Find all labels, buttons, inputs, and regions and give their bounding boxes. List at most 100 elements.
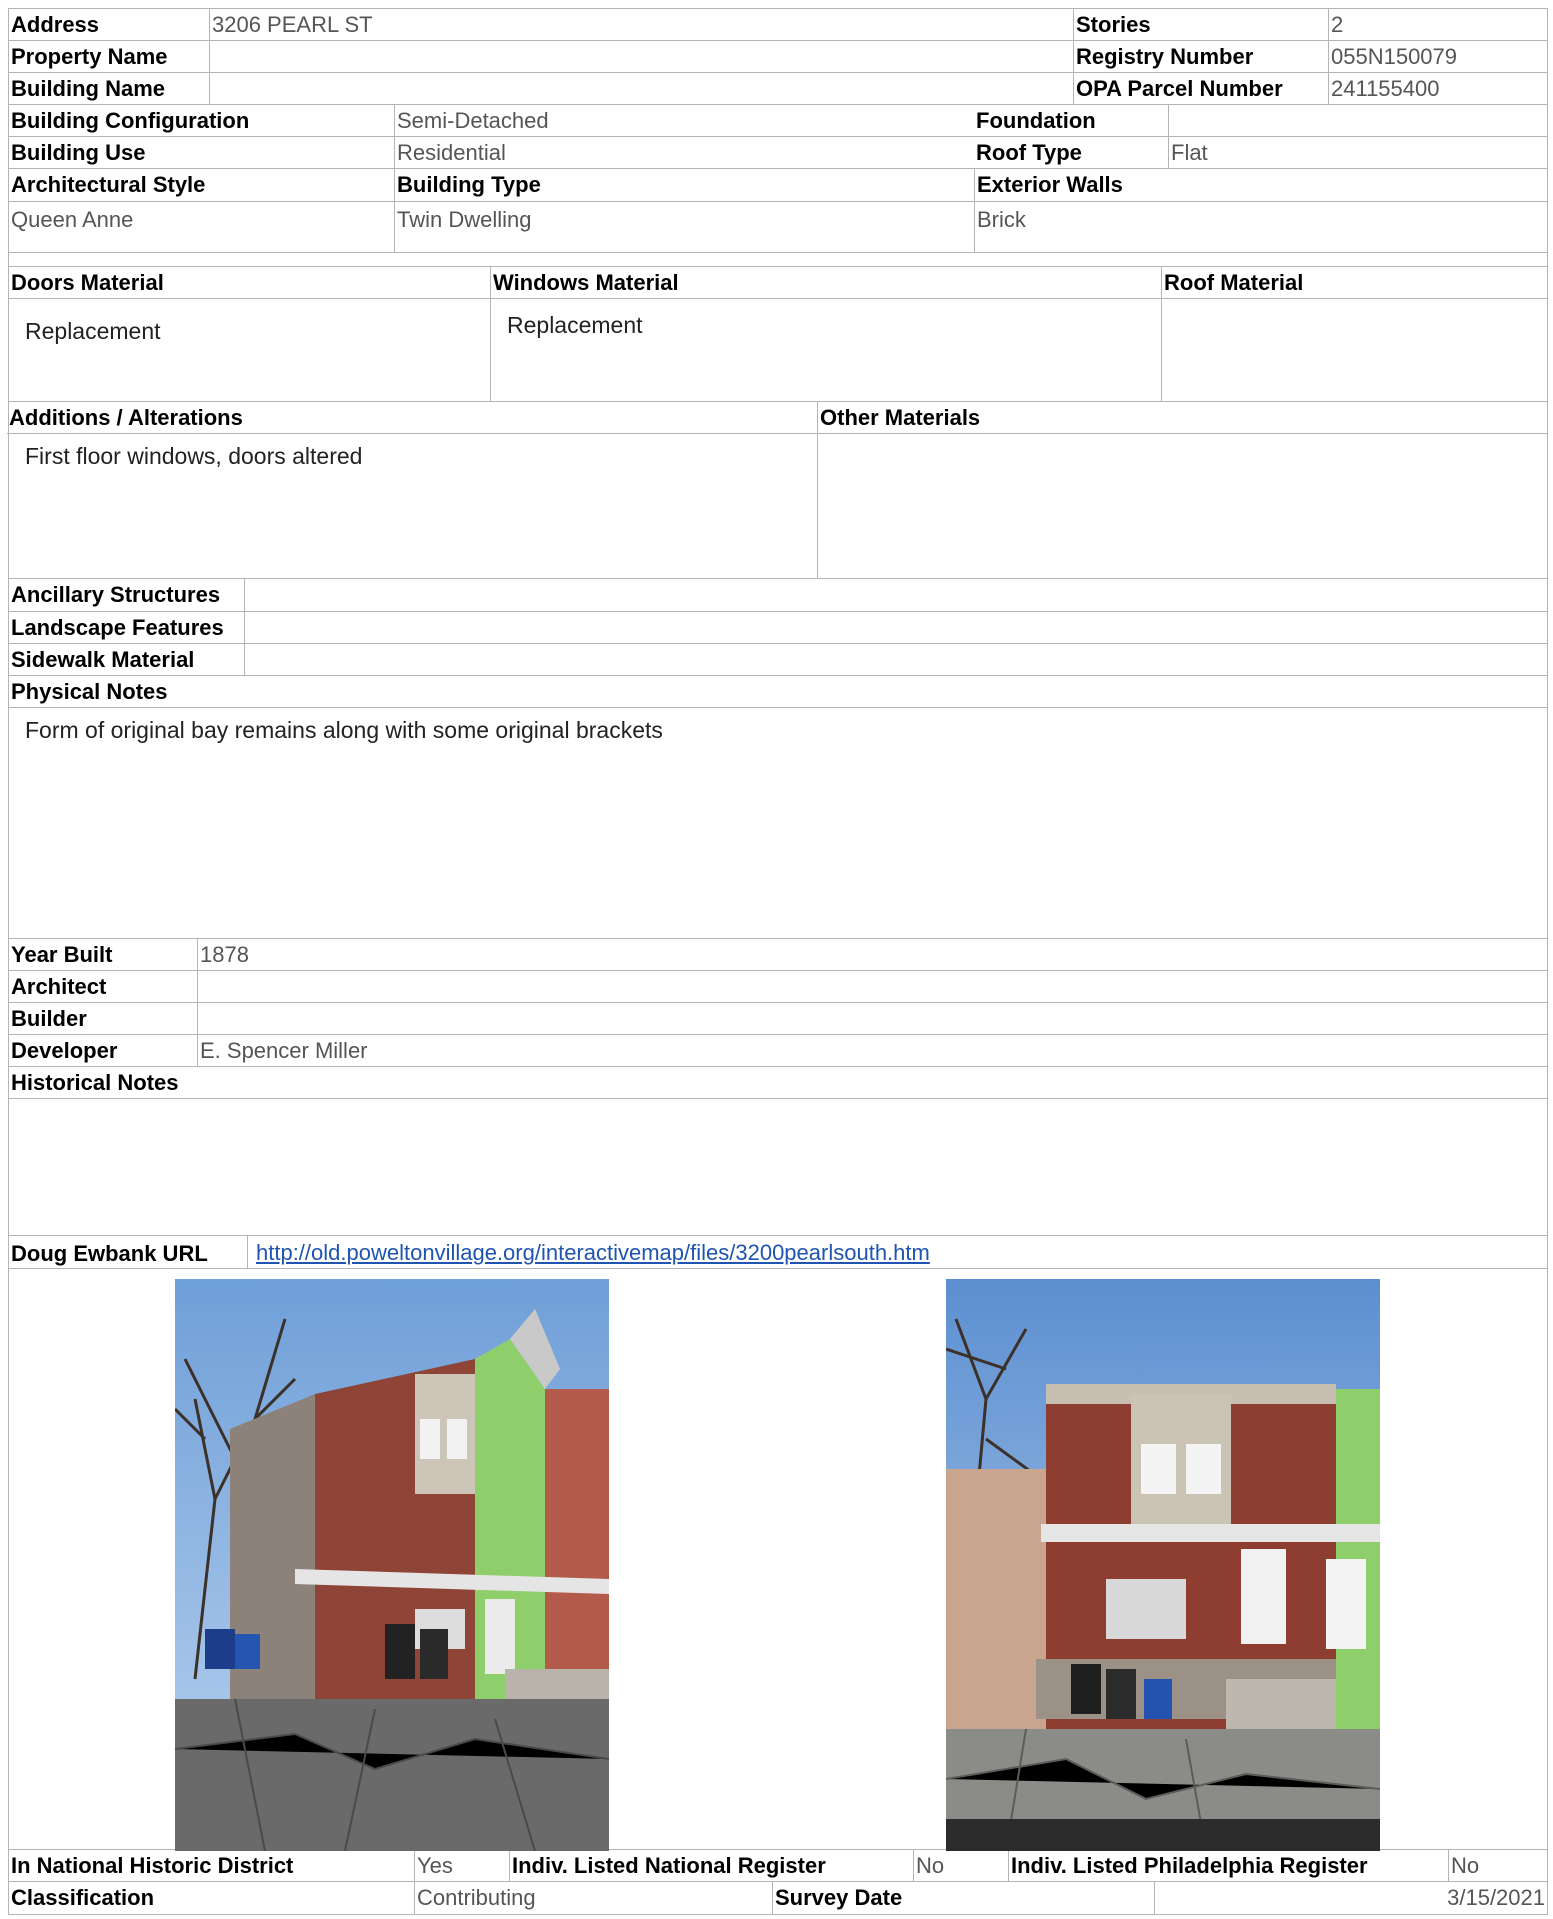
landscape-features-label: Landscape Features: [11, 615, 224, 640]
building-name-value: [209, 73, 1073, 104]
photo-area: [9, 1269, 1547, 1851]
roof-type-value: Flat: [1168, 137, 1547, 168]
historical-notes-label-row: Historical Notes: [9, 1067, 1547, 1099]
doors-material-value: Replacement: [25, 318, 161, 344]
building-name-label: Building Name: [11, 76, 166, 101]
use-row: Building Use Residential Roof Type Flat: [9, 137, 1547, 169]
property-name-value: [209, 41, 1073, 72]
survey-date-value: 3/15/2021: [1154, 1882, 1547, 1914]
classification-label: Classification: [11, 1885, 155, 1910]
builder-row: Builder: [9, 1003, 1547, 1035]
architectural-style-value: Queen Anne: [11, 207, 134, 232]
physical-notes-label-row: Physical Notes: [9, 676, 1547, 708]
national-register-label: Indiv. Listed National Register: [509, 1850, 913, 1881]
national-register-value: No: [913, 1850, 1008, 1881]
architectural-style-label: Architectural Style: [11, 172, 206, 197]
registry-number-label: Registry Number: [1073, 41, 1328, 72]
developer-label: Developer: [11, 1038, 118, 1063]
ancillary-row: Ancillary Structures: [9, 579, 1547, 612]
survey-date-label: Survey Date: [772, 1882, 1154, 1914]
building-photo-right-image: [946, 1279, 1380, 1851]
year-built-row: Year Built 1878: [9, 939, 1547, 971]
historical-notes-label: Historical Notes: [11, 1070, 179, 1095]
windows-material-label: Windows Material: [490, 267, 1161, 298]
ewbank-url-link[interactable]: http://old.poweltonvillage.org/interacti…: [256, 1240, 930, 1265]
philadelphia-register-value: No: [1448, 1850, 1547, 1881]
registration-row: In National Historic District Yes Indiv.…: [9, 1850, 1547, 1882]
roof-material-label: Roof Material: [1161, 267, 1547, 298]
philadelphia-register-label: Indiv. Listed Philadelphia Register: [1008, 1850, 1448, 1881]
developer-value: E. Spencer Miller: [197, 1035, 1547, 1066]
architect-row: Architect: [9, 971, 1547, 1003]
foundation-value: [1168, 105, 1547, 136]
foundation-label: Foundation: [976, 108, 1096, 133]
alterations-label-row: Additions / Alterations Other Materials: [7, 402, 1547, 434]
alterations-value-row: First floor windows, doors altered: [9, 434, 1547, 579]
physical-notes-label: Physical Notes: [11, 679, 168, 704]
address-label: Address: [11, 12, 100, 37]
historical-notes-value: [9, 1099, 1547, 1235]
physical-notes-value-row: Form of original bay remains along with …: [9, 708, 1547, 939]
property-name-row: Property Name Registry Number 055N150079: [9, 41, 1547, 73]
year-built-value: 1878: [197, 939, 1547, 970]
building-type-label: Building Type: [394, 169, 974, 201]
sidewalk-row: Sidewalk Material: [9, 644, 1547, 676]
style-label-row: Architectural Style Building Type Exteri…: [9, 169, 1547, 201]
building-photo-left: [175, 1279, 609, 1851]
sidewalk-material-label: Sidewalk Material: [11, 647, 195, 672]
historical-notes-value-row: [9, 1099, 1547, 1236]
property-name-label: Property Name: [11, 44, 168, 69]
architect-label: Architect: [11, 974, 107, 999]
other-materials-value: [817, 434, 1547, 578]
building-type-value: Twin Dwelling: [394, 202, 974, 252]
landscape-features-value: [244, 612, 1547, 643]
builder-value: [197, 1003, 1547, 1034]
spacer-row: [9, 253, 1547, 267]
building-photo-left-image: [175, 1279, 609, 1851]
sidewalk-material-value: [244, 644, 1547, 675]
additions-alterations-label: Additions / Alterations: [9, 405, 243, 430]
ancillary-structures-value: [244, 579, 1547, 611]
other-materials-label: Other Materials: [817, 402, 1547, 433]
architect-value: [197, 971, 1547, 1002]
config-row: Building Configuration Semi-Detached Fou…: [9, 105, 1547, 137]
national-district-label: In National Historic District: [11, 1853, 294, 1878]
roof-type-label: Roof Type: [976, 140, 1082, 165]
opa-parcel-label: OPA Parcel Number: [1073, 73, 1328, 104]
classification-value: Contributing: [414, 1882, 772, 1914]
building-config-value: Semi-Detached: [394, 105, 974, 136]
developer-row: Developer E. Spencer Miller: [9, 1035, 1547, 1067]
windows-material-value: Replacement: [490, 299, 1161, 401]
url-row: Doug Ewbank URL http://old.poweltonvilla…: [9, 1236, 1547, 1269]
ewbank-url-label: Doug Ewbank URL: [11, 1241, 208, 1266]
header-block: Address 3206 PEARL ST Stories 2 Property…: [9, 9, 1547, 105]
building-name-row: Building Name OPA Parcel Number 24115540…: [9, 73, 1547, 105]
registry-number-value: 055N150079: [1328, 41, 1547, 72]
address-value: 3206 PEARL ST: [209, 9, 1073, 40]
exterior-walls-value: Brick: [974, 202, 1547, 252]
property-survey-form: Address 3206 PEARL ST Stories 2 Property…: [7, 8, 1548, 1915]
materials-label-row: Doors Material Windows Material Roof Mat…: [9, 267, 1547, 299]
exterior-walls-label: Exterior Walls: [974, 169, 1547, 201]
classification-row: Classification Contributing Survey Date …: [9, 1882, 1547, 1914]
national-district-value: Yes: [414, 1850, 509, 1881]
building-config-label: Building Configuration: [11, 108, 250, 133]
year-built-label: Year Built: [11, 942, 113, 967]
style-value-row: Queen Anne Twin Dwelling Brick: [9, 201, 1547, 253]
stories-value: 2: [1328, 9, 1547, 40]
additions-alterations-value: First floor windows, doors altered: [25, 443, 363, 469]
landscape-row: Landscape Features: [9, 612, 1547, 644]
materials-value-row: Replacement Replacement: [9, 299, 1547, 402]
building-use-label: Building Use: [11, 140, 146, 165]
ewbank-url-cell: http://old.poweltonvillage.org/interacti…: [247, 1236, 1547, 1268]
ancillary-structures-label: Ancillary Structures: [11, 582, 221, 607]
doors-material-label: Doors Material: [11, 270, 164, 295]
opa-parcel-value: 241155400: [1328, 73, 1547, 104]
builder-label: Builder: [11, 1006, 87, 1031]
building-photo-right: [946, 1279, 1380, 1851]
roof-material-value: [1161, 299, 1547, 401]
building-use-value: Residential: [394, 137, 974, 168]
physical-notes-value: Form of original bay remains along with …: [25, 717, 663, 743]
stories-label: Stories: [1073, 9, 1328, 40]
address-row: Address 3206 PEARL ST Stories 2: [9, 9, 1547, 41]
